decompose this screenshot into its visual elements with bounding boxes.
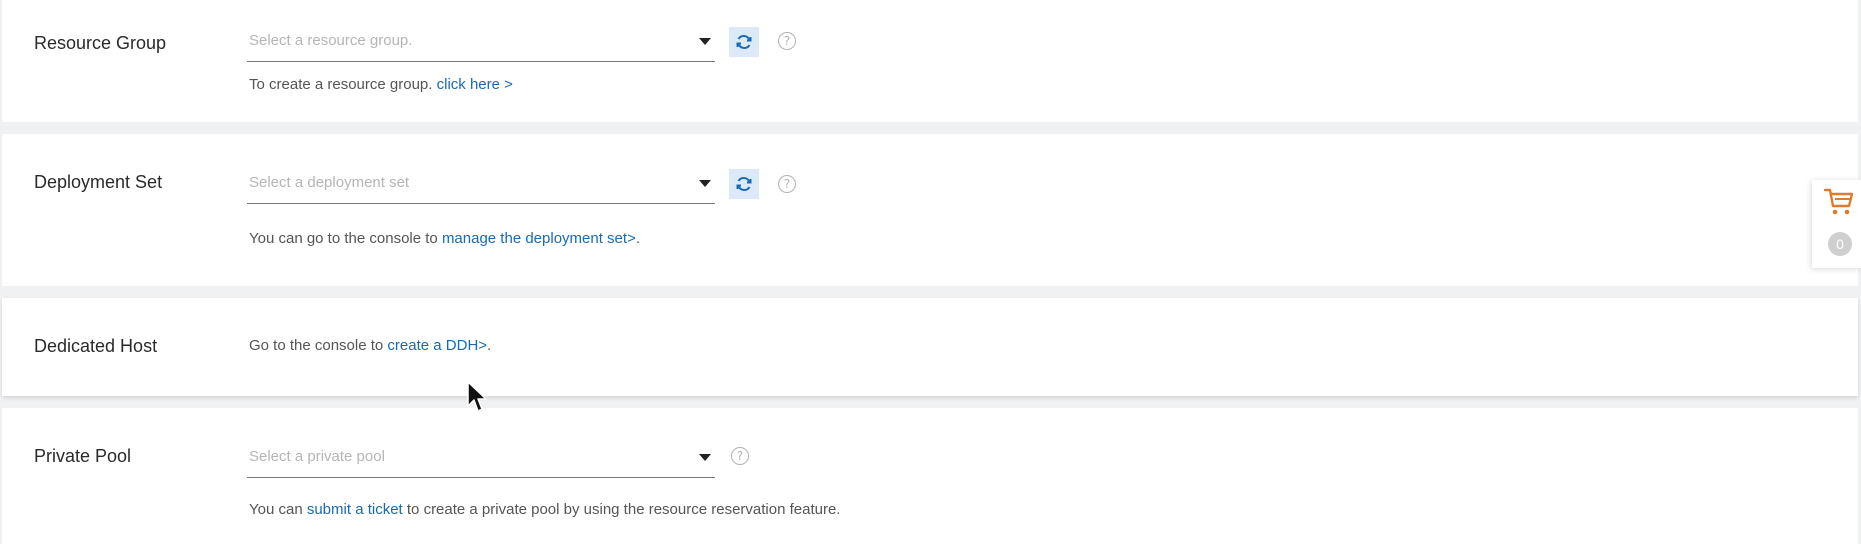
refresh-icon	[736, 35, 752, 49]
private-pool-select[interactable]: Select a private pool	[247, 438, 715, 478]
shopping-cart-icon	[1824, 188, 1854, 215]
dedicated-host-hint: Go to the console to create a DDH>.	[249, 337, 491, 354]
deployment-set-hint-text: You can go to the console to	[249, 230, 442, 247]
chevron-down-icon	[699, 180, 711, 187]
deployment-set-section: Deployment Set Select a deployment set ?…	[2, 134, 1858, 286]
cart-count-badge: 0	[1828, 232, 1852, 256]
resource-group-select[interactable]: Select a resource group.	[247, 22, 715, 62]
deployment-set-placeholder: Select a deployment set	[249, 174, 410, 191]
refresh-icon	[736, 177, 752, 191]
resource-group-placeholder: Select a resource group.	[249, 32, 413, 49]
private-pool-label: Private Pool	[34, 446, 132, 466]
deployment-set-label: Deployment Set	[34, 172, 163, 192]
resource-group-refresh-button[interactable]	[729, 27, 759, 57]
resource-group-hint: To create a resource group. click here >	[249, 76, 513, 93]
private-pool-hint: You can submit a ticket to create a priv…	[249, 501, 840, 518]
dedicated-host-section: Dedicated Host Go to the console to crea…	[2, 298, 1858, 396]
chevron-down-icon	[699, 38, 711, 45]
dedicated-host-hint-suffix: .	[487, 337, 492, 354]
deployment-set-hint: You can go to the console to manage the …	[249, 230, 640, 247]
deployment-set-select[interactable]: Select a deployment set	[247, 164, 715, 204]
private-pool-placeholder: Select a private pool	[249, 448, 385, 465]
chevron-down-icon	[699, 454, 711, 461]
private-pool-hint-text: You can	[249, 501, 307, 518]
resource-group-help-icon[interactable]: ?	[778, 32, 796, 50]
resource-group-label: Resource Group	[34, 33, 167, 53]
manage-deployment-set-link[interactable]: manage the deployment set>	[442, 230, 636, 247]
create-ddh-link[interactable]: create a DDH>	[387, 337, 487, 354]
shopping-cart-widget[interactable]: 0	[1812, 180, 1861, 268]
resource-group-section: Resource Group Select a resource group. …	[2, 0, 1858, 122]
resource-group-hint-text: To create a resource group.	[249, 76, 437, 93]
create-resource-group-link[interactable]: click here >	[437, 76, 513, 93]
private-pool-section: Private Pool Select a private pool ? You…	[2, 408, 1858, 544]
deployment-set-help-icon[interactable]: ?	[778, 175, 796, 193]
dedicated-host-label: Dedicated Host	[34, 336, 158, 356]
submit-ticket-link[interactable]: submit a ticket	[307, 501, 403, 518]
dedicated-host-hint-text: Go to the console to	[249, 337, 388, 354]
deployment-set-refresh-button[interactable]	[729, 169, 759, 199]
private-pool-hint-suffix: to create a private pool by using the re…	[402, 501, 841, 518]
mouse-cursor-icon	[467, 381, 487, 412]
deployment-set-hint-suffix: .	[635, 230, 640, 247]
private-pool-help-icon[interactable]: ?	[731, 447, 749, 465]
